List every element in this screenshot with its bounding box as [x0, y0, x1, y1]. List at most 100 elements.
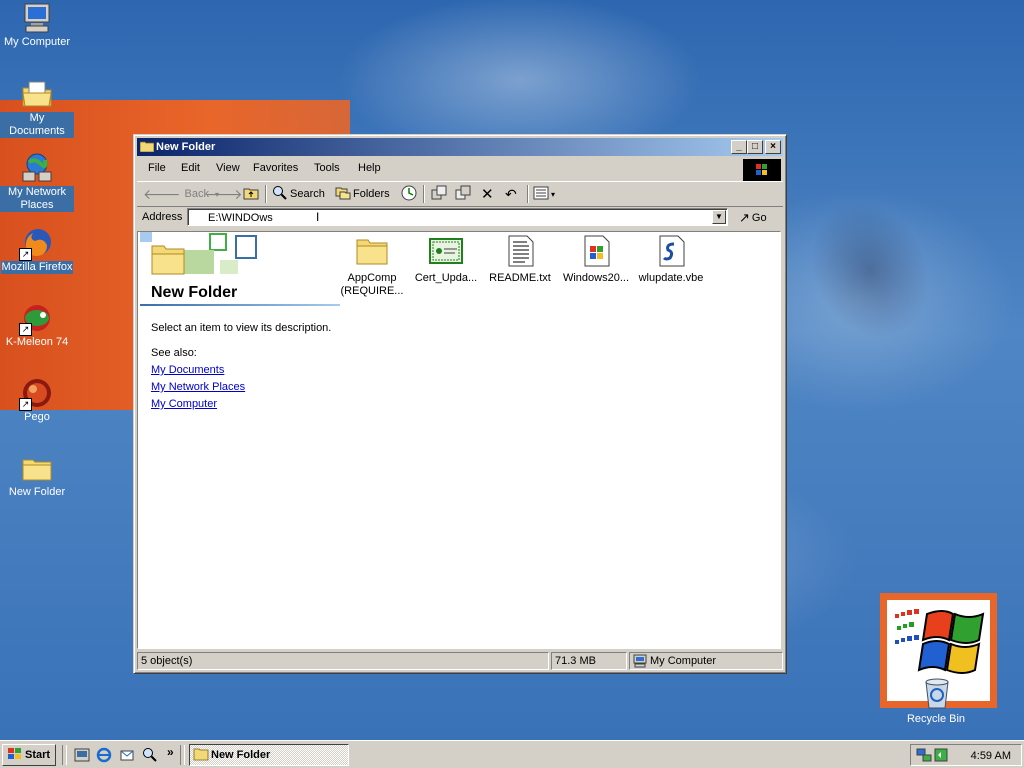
- maximize-icon: □: [751, 141, 759, 152]
- start-button[interactable]: Start: [2, 744, 56, 766]
- windows-logo-icon: [5, 747, 23, 764]
- shortcut-arrow-icon: ↗: [19, 248, 32, 261]
- k-meleon-icon: ↗: [19, 302, 53, 336]
- outlook-express-icon[interactable]: [119, 747, 135, 763]
- status-object-count: 5 object(s): [137, 652, 549, 670]
- desktop-icon-new-folder[interactable]: New Folder: [0, 452, 74, 499]
- copy-to-icon: [455, 185, 471, 204]
- folders-button[interactable]: Folders: [335, 185, 390, 203]
- pego-icon: ↗: [19, 377, 53, 411]
- script-file-icon: [654, 234, 688, 268]
- toolbar-separator: [265, 185, 267, 203]
- history-icon: [401, 185, 417, 204]
- address-value: E:\WINDOws: [208, 212, 273, 224]
- taskbar-separator: [180, 745, 185, 765]
- close-button[interactable]: ×: [765, 140, 781, 154]
- taskbar-button-label: New Folder: [211, 749, 271, 761]
- address-bar: Address E:\WINDOws I ▼ ↗ Go: [137, 207, 783, 229]
- status-bar: 5 object(s) 71.3 MB My Computer: [137, 652, 783, 670]
- desktop-icon-label: New Folder: [8, 486, 66, 498]
- file-item[interactable]: README.txt: [482, 234, 558, 285]
- menu-bar: File Edit View Favorites Tools Help: [137, 158, 783, 181]
- recycle-bin-label: Recycle Bin: [906, 713, 966, 725]
- volume-icon[interactable]: [933, 747, 949, 766]
- minimize-button[interactable]: _: [731, 140, 747, 154]
- internet-explorer-icon[interactable]: [96, 747, 112, 763]
- folder-icon: [193, 747, 209, 764]
- text-cursor-icon: I: [316, 210, 320, 224]
- menu-help[interactable]: Help: [352, 161, 387, 175]
- file-item[interactable]: Windows20...: [558, 234, 634, 285]
- history-button[interactable]: [401, 185, 417, 203]
- copy-to-button[interactable]: [455, 185, 471, 203]
- search-icon: [272, 185, 288, 204]
- status-size: 71.3 MB: [551, 652, 627, 670]
- go-button[interactable]: ↗ Go: [739, 209, 767, 227]
- show-desktop-icon[interactable]: [74, 747, 90, 763]
- folder-title: New Folder: [151, 284, 238, 301]
- desktop-icon-pego[interactable]: ↗ Pego: [0, 377, 74, 424]
- windows-throbber-icon: [743, 159, 781, 181]
- status-zone-label: My Computer: [650, 655, 717, 667]
- link-my-network-places[interactable]: My Network Places: [151, 381, 245, 393]
- forward-arrow-icon: 🡒: [205, 185, 243, 202]
- status-zone: My Computer: [629, 652, 783, 670]
- toolbar-separator: [527, 185, 529, 203]
- system-tray: 4:59 AM: [910, 744, 1022, 766]
- desktop-icon-my-computer[interactable]: My Computer: [0, 2, 74, 49]
- desktop-icon-k-meleon[interactable]: ↗ K-Meleon 74: [0, 302, 74, 349]
- recycle-bin-icon[interactable]: [920, 676, 954, 710]
- link-my-documents[interactable]: My Documents: [151, 364, 224, 376]
- move-to-icon: [431, 185, 447, 204]
- link-my-computer[interactable]: My Computer: [151, 398, 217, 410]
- undo-button[interactable]: ↶: [505, 185, 517, 203]
- folder-icon: [21, 452, 53, 484]
- menu-favorites[interactable]: Favorites: [247, 161, 304, 175]
- firefox-icon: ↗: [19, 227, 53, 261]
- menu-file[interactable]: File: [142, 161, 172, 175]
- start-label: Start: [25, 749, 51, 761]
- delete-button[interactable]: ✕: [481, 185, 494, 203]
- file-name: AppComp: [347, 272, 397, 284]
- folder-content: New Folder Select an item to view its de…: [137, 231, 781, 649]
- address-label: Address: [142, 211, 183, 223]
- explorer-window: New Folder _ □ × File Edit View Favorite…: [133, 134, 787, 674]
- address-input[interactable]: E:\WINDOws I ▼: [187, 208, 728, 226]
- delete-icon: ✕: [481, 186, 494, 203]
- maximize-button[interactable]: □: [747, 140, 763, 154]
- up-folder-icon: [243, 186, 259, 203]
- title-bar[interactable]: New Folder _ □ ×: [137, 138, 783, 156]
- file-name-line2: (REQUIRE...: [340, 285, 404, 297]
- address-dropdown-button[interactable]: ▼: [712, 210, 726, 224]
- shortcut-arrow-icon: ↗: [19, 398, 32, 411]
- menu-edit[interactable]: Edit: [175, 161, 206, 175]
- taskbar-button-new-folder[interactable]: New Folder: [189, 744, 349, 766]
- desktop-icon-label: K-Meleon 74: [5, 336, 69, 348]
- chevron-down-icon: ▾: [551, 189, 556, 199]
- menu-view[interactable]: View: [210, 161, 246, 175]
- clock: 4:59 AM: [970, 750, 1011, 762]
- desktop-icon-network-places[interactable]: My Network Places: [0, 152, 74, 212]
- go-label: Go: [751, 212, 767, 224]
- go-arrow-icon: ↗: [739, 210, 750, 225]
- my-computer-icon: [633, 654, 647, 671]
- menu-tools[interactable]: Tools: [308, 161, 346, 175]
- chevron-right-icon[interactable]: »: [167, 745, 174, 759]
- file-item[interactable]: wlupdate.vbe: [633, 234, 709, 285]
- taskbar-separator: [62, 745, 67, 765]
- network-icon[interactable]: [916, 747, 932, 766]
- file-name: README.txt: [489, 272, 551, 284]
- file-item[interactable]: AppComp (REQUIRE...: [334, 234, 410, 298]
- views-button[interactable]: ▾: [533, 185, 555, 203]
- search-icon[interactable]: [142, 747, 158, 763]
- desktop-icon-firefox[interactable]: ↗ Mozilla Firefox: [0, 227, 74, 274]
- desktop-icon-my-documents[interactable]: My Documents: [0, 78, 74, 138]
- file-item[interactable]: Cert_Upda...: [408, 234, 484, 285]
- desktop-icon-label: My Documents: [0, 112, 74, 138]
- folders-icon: [335, 186, 351, 203]
- search-button[interactable]: Search: [272, 185, 325, 203]
- chevron-down-icon: ▼: [715, 212, 723, 221]
- installer-icon: [579, 234, 613, 268]
- up-folder-button[interactable]: [243, 185, 259, 203]
- move-to-button[interactable]: [431, 185, 447, 203]
